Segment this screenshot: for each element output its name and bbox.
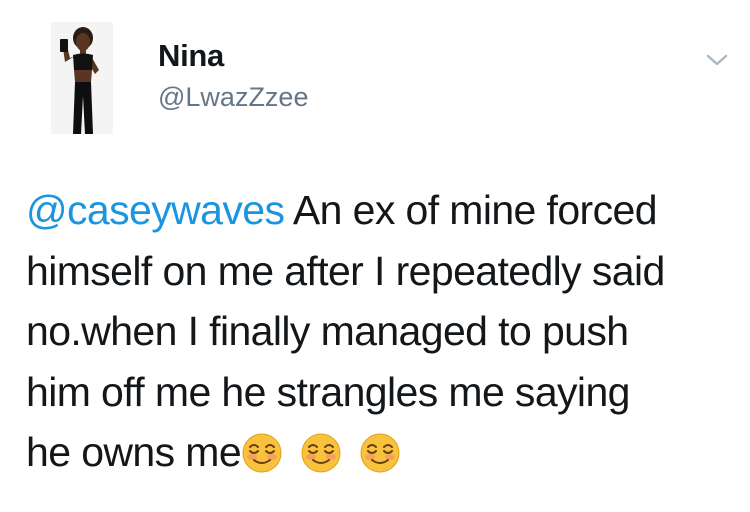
tweet-line-2: himself on me after I repeatedly said <box>26 247 665 294</box>
display-name[interactable]: Nina <box>158 38 224 74</box>
smiling-face-icon <box>359 432 401 474</box>
smiling-face-icon <box>241 432 283 474</box>
smiling-face-icon <box>300 432 342 474</box>
mention-link[interactable]: @caseywaves <box>26 187 285 233</box>
tweet-card: Nina @LwazZzee @caseywaves An ex of mine… <box>0 0 750 512</box>
user-handle[interactable]: @LwazZzee <box>158 82 308 113</box>
emoji-group <box>241 430 407 491</box>
avatar[interactable] <box>51 22 113 134</box>
tweet-line-1: @caseywaves An ex of mine forced <box>26 180 738 241</box>
chevron-down-icon[interactable] <box>703 50 731 70</box>
tweet-line-5-text: he owns me <box>26 429 242 475</box>
tweet-text: @caseywaves An ex of mine forced himself… <box>26 180 738 491</box>
tweet-line-3: no.when I finally managed to push <box>26 308 629 354</box>
tweet-line-5: he owns me <box>26 422 738 491</box>
tweet-line-4: him off me he strangles me saying <box>26 368 630 415</box>
tweet-line-1-text: An ex of mine forced <box>292 187 658 233</box>
